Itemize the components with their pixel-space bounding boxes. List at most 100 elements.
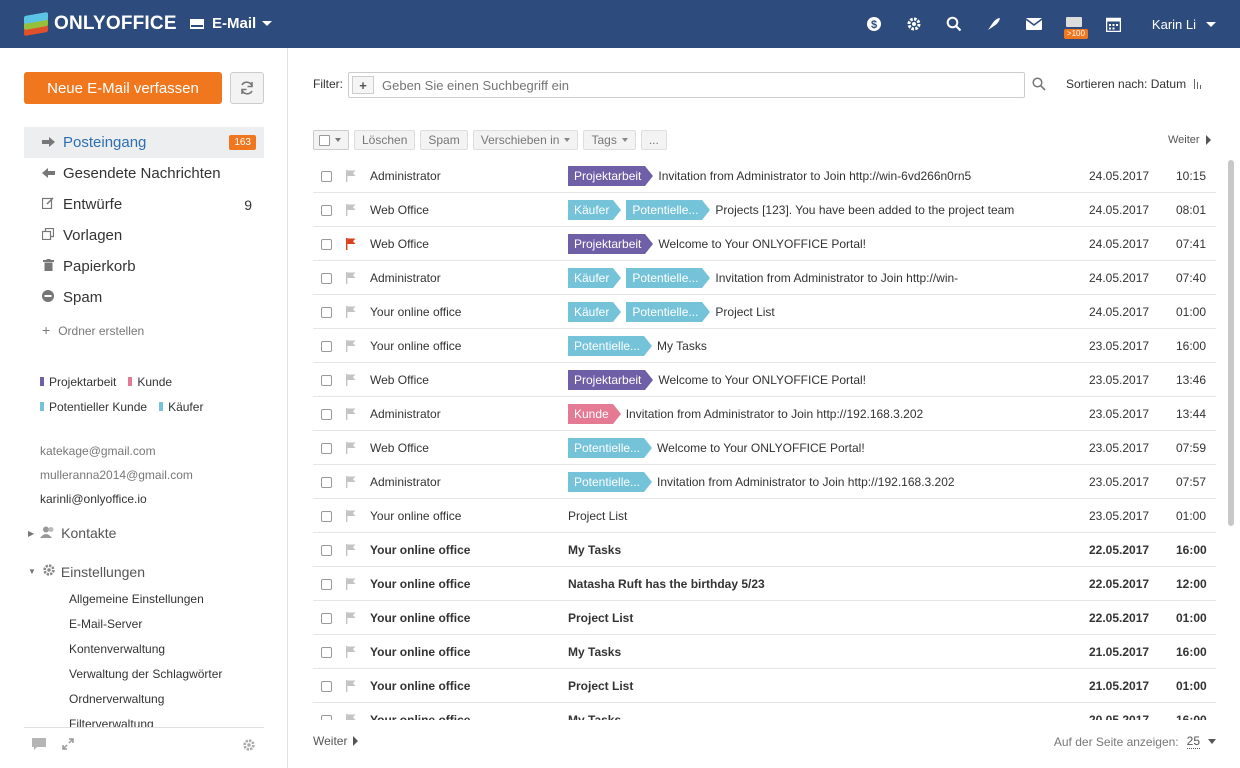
message-row[interactable]: Administrator Kunde Invitation from Admini…: [313, 397, 1216, 431]
feed-icon[interactable]: [974, 0, 1014, 48]
tag-potentieller-kunde[interactable]: Potentieller Kunde: [40, 400, 147, 414]
message-tag[interactable]: Projektarbeit: [568, 165, 654, 186]
flag-icon[interactable]: [346, 363, 356, 396]
chat-bubble-icon[interactable]: [32, 738, 46, 754]
compose-button[interactable]: Neue E-Mail verfassen: [24, 72, 222, 104]
flag-icon[interactable]: [346, 567, 356, 600]
message-row[interactable]: Your online office Potentielle... My Tasks…: [313, 329, 1216, 363]
gear-icon[interactable]: [242, 738, 256, 755]
message-checkbox[interactable]: [321, 465, 332, 498]
flag-icon[interactable]: [346, 261, 356, 294]
message-row[interactable]: Your online office My Tasks 22.05.2017 16:0…: [313, 533, 1216, 567]
message-tag[interactable]: Potentielle...: [568, 335, 653, 356]
account-item[interactable]: mulleranna2014@gmail.com: [40, 463, 193, 487]
message-checkbox[interactable]: [321, 669, 332, 702]
module-switcher[interactable]: E-Mail: [190, 15, 273, 32]
message-checkbox[interactable]: [321, 295, 332, 328]
message-row[interactable]: Administrator Projektarbeit Invitation fro…: [313, 159, 1216, 193]
message-checkbox[interactable]: [321, 431, 332, 464]
flag-icon[interactable]: [346, 465, 356, 498]
settings-section[interactable]: ▼ Einstellungen: [28, 563, 145, 580]
message-checkbox[interactable]: [321, 329, 332, 362]
flag-icon[interactable]: [346, 227, 356, 260]
next-page-top[interactable]: Weiter: [1168, 134, 1211, 146]
gear-icon[interactable]: [894, 0, 934, 48]
message-checkbox[interactable]: [321, 499, 332, 532]
flag-icon[interactable]: [346, 601, 356, 634]
flag-icon[interactable]: [346, 669, 356, 702]
message-row[interactable]: Administrator Potentielle... Invitation fr…: [313, 465, 1216, 499]
tag-kaeufer[interactable]: Käufer: [159, 400, 203, 414]
message-row[interactable]: Web Office Käufer Potentielle... Projects […: [313, 193, 1216, 227]
sidebar-folder-3[interactable]: Entwürfe 9: [24, 189, 264, 220]
select-all-checkbox[interactable]: [319, 134, 330, 146]
delete-button[interactable]: Löschen: [354, 130, 416, 150]
message-row[interactable]: Your online office Project List 22.05.2017…: [313, 601, 1216, 635]
onlyoffice-logo[interactable]: ONLYOFFICE: [24, 11, 177, 37]
sidebar-folder-5[interactable]: Papierkorb: [24, 251, 264, 282]
move-to-button[interactable]: Verschieben in: [472, 130, 579, 150]
message-row[interactable]: Web Office Potentielle... Welcome to Your …: [313, 431, 1216, 465]
message-checkbox[interactable]: [321, 193, 332, 226]
collapse-icon[interactable]: [62, 738, 74, 753]
message-checkbox[interactable]: [321, 703, 332, 720]
search-input[interactable]: [382, 77, 982, 93]
sidebar-folder-4[interactable]: Vorlagen: [24, 220, 264, 251]
flag-icon[interactable]: [346, 397, 356, 430]
message-row[interactable]: Your online office Project List 21.05.2017…: [313, 669, 1216, 703]
dollar-icon[interactable]: $: [854, 0, 894, 48]
message-row[interactable]: Administrator Käufer Potentielle... Invitat…: [313, 261, 1216, 295]
account-item[interactable]: karinli@onlyoffice.io: [40, 487, 193, 511]
message-tag[interactable]: Projektarbeit: [568, 369, 654, 390]
flag-icon[interactable]: [346, 533, 356, 566]
message-checkbox[interactable]: [321, 567, 332, 600]
page-size-control[interactable]: Auf der Seite anzeigen: 25: [1054, 734, 1216, 749]
sidebar-folder-2[interactable]: Gesendete Nachrichten: [24, 158, 264, 189]
message-tag[interactable]: Potentielle...: [568, 471, 653, 492]
calendar-icon[interactable]: [1094, 0, 1134, 48]
message-row[interactable]: Your online office My Tasks 21.05.2017 16:0…: [313, 635, 1216, 669]
flag-icon[interactable]: [346, 329, 356, 362]
settings-item-general[interactable]: Allgemeine Einstellungen: [69, 586, 222, 611]
message-row[interactable]: Your online office Käufer Potentielle... Pr…: [313, 295, 1216, 329]
tag-projektarbeit[interactable]: Projektarbeit: [40, 375, 116, 389]
flag-icon[interactable]: [346, 635, 356, 668]
message-checkbox[interactable]: [321, 159, 332, 192]
message-row[interactable]: Your online office Natasha Ruft has the b…: [313, 567, 1216, 601]
tags-button[interactable]: Tags: [583, 130, 636, 150]
message-tag[interactable]: Käufer: [568, 199, 622, 220]
add-filter-button[interactable]: +: [352, 76, 374, 94]
more-button[interactable]: ...: [640, 130, 667, 150]
next-page-bottom[interactable]: Weiter: [313, 734, 359, 748]
settings-item-accounts[interactable]: Kontenverwaltung: [69, 636, 222, 661]
message-row[interactable]: Your online office My Tasks 20.05.2017 16:0…: [313, 703, 1216, 720]
message-row[interactable]: Web Office Projektarbeit Welcome to Your O…: [313, 363, 1216, 397]
message-row[interactable]: Web Office Projektarbeit Welcome to Your O…: [313, 227, 1216, 261]
spam-button[interactable]: Spam: [420, 130, 468, 150]
mail-icon[interactable]: [1014, 0, 1054, 48]
settings-item-folders[interactable]: Ordnerverwaltung: [69, 686, 222, 711]
message-checkbox[interactable]: [321, 635, 332, 668]
chat-icon[interactable]: >100: [1054, 0, 1094, 48]
message-tag[interactable]: Potentielle...: [626, 199, 711, 220]
select-all-dropdown[interactable]: [313, 130, 349, 150]
tag-kunde[interactable]: Kunde: [128, 375, 172, 389]
flag-icon[interactable]: [346, 193, 356, 226]
message-tag[interactable]: Käufer: [568, 267, 622, 288]
contacts-section[interactable]: ▶ Kontakte: [28, 525, 116, 541]
message-checkbox[interactable]: [321, 227, 332, 260]
message-checkbox[interactable]: [321, 363, 332, 396]
message-tag[interactable]: Potentielle...: [568, 437, 653, 458]
flag-icon[interactable]: [346, 703, 356, 720]
message-tag[interactable]: Potentielle...: [626, 301, 711, 322]
message-checkbox[interactable]: [321, 397, 332, 430]
message-tag[interactable]: Projektarbeit: [568, 233, 654, 254]
page-size-value[interactable]: 25: [1186, 734, 1200, 749]
flag-icon[interactable]: [346, 499, 356, 532]
search-icon[interactable]: [934, 0, 974, 48]
sidebar-folder-6[interactable]: Spam: [24, 282, 264, 313]
search-icon[interactable]: [1032, 77, 1046, 91]
message-row[interactable]: Your online office Project List 23.05.2017…: [313, 499, 1216, 533]
message-checkbox[interactable]: [321, 261, 332, 294]
create-folder-link[interactable]: + Ordner erstellen: [42, 322, 144, 338]
